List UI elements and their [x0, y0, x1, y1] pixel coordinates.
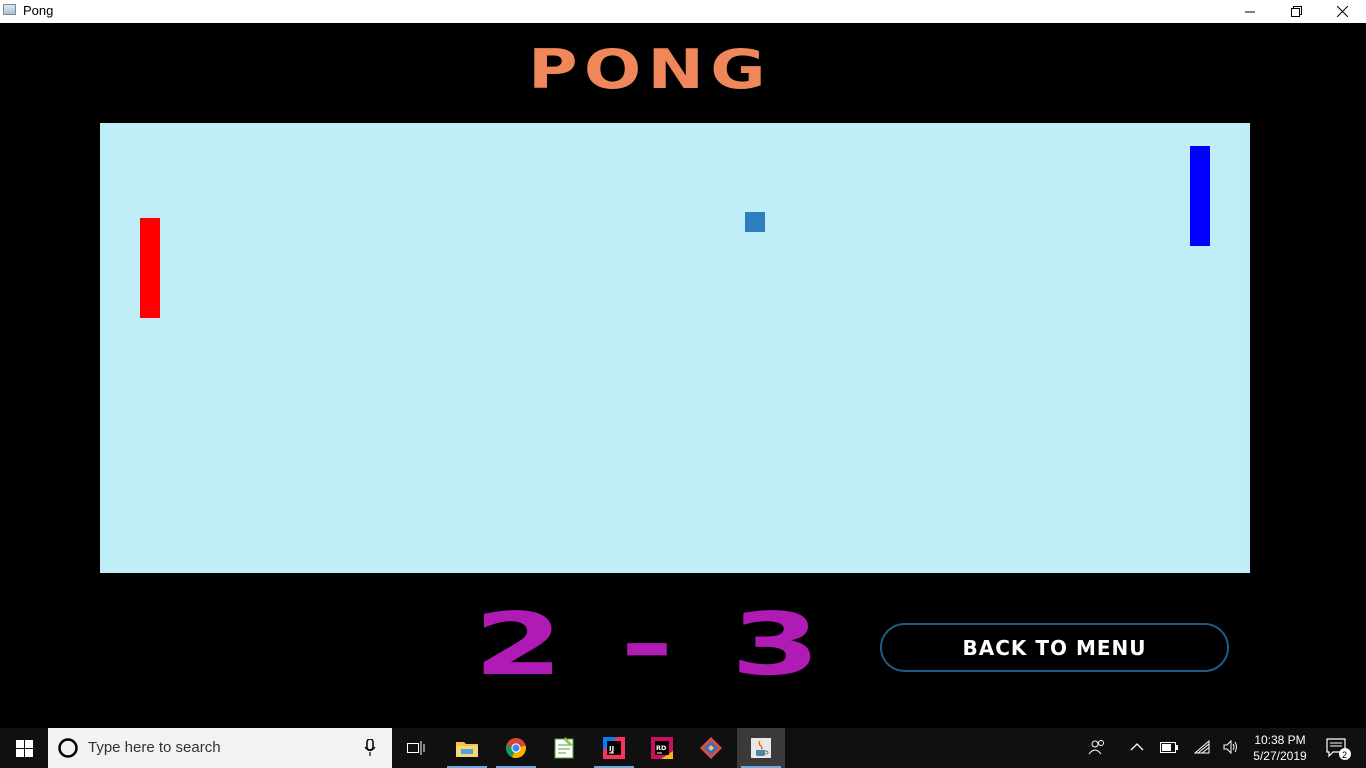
close-icon [1336, 6, 1348, 17]
app-icon [3, 4, 16, 15]
svg-text:RD: RD [656, 744, 667, 752]
minimize-button[interactable] [1227, 0, 1273, 23]
chrome-icon [505, 738, 526, 758]
game-court [100, 123, 1250, 573]
java-icon [751, 738, 771, 758]
folder-icon [456, 742, 478, 757]
svg-text:IJ: IJ [609, 745, 614, 753]
volume-icon[interactable] [1223, 740, 1239, 754]
close-button[interactable] [1319, 0, 1365, 23]
cortana-icon [58, 738, 78, 758]
git-tool-icon [700, 737, 722, 759]
back-to-menu-button[interactable]: BACK TO MENU [880, 623, 1229, 672]
taskbar-clock[interactable]: 10:38 PM 5/27/2019 [1248, 732, 1312, 764]
windows-icon [15, 739, 33, 757]
ball [745, 212, 765, 232]
people-icon[interactable] [1088, 738, 1106, 756]
restore-icon [1290, 6, 1302, 17]
microphone-icon[interactable] [364, 739, 376, 757]
chevron-up-icon[interactable] [1130, 742, 1144, 752]
game-title: PONG [528, 38, 772, 101]
minimize-icon [1245, 11, 1255, 12]
search-placeholder: Type here to search [88, 739, 221, 756]
wifi-icon[interactable] [1194, 740, 1210, 754]
taskbar-app-notepad-plus[interactable] [540, 728, 588, 768]
left-score: 2 [473, 595, 570, 695]
task-view-button[interactable] [392, 728, 440, 768]
score-separator: - [620, 595, 680, 695]
notepad-plus-icon [554, 737, 574, 759]
scoreboard: 2 - 3 [425, 595, 875, 695]
intellij-idea-icon: IJ [603, 737, 625, 759]
taskbar-search[interactable]: Type here to search [48, 728, 392, 768]
notification-icon: 2 [1326, 738, 1351, 760]
taskbar-app-intellij-idea[interactable]: IJ [590, 728, 638, 768]
taskbar-app-java[interactable] [737, 728, 785, 768]
clock-time: 10:38 PM [1254, 733, 1306, 747]
taskbar-app-rider[interactable]: RD [638, 728, 686, 768]
left-paddle [140, 218, 160, 318]
right-score: 3 [730, 595, 827, 695]
right-paddle [1190, 146, 1210, 246]
window-title: Pong [23, 3, 54, 18]
battery-icon[interactable] [1160, 742, 1178, 753]
rider-icon: RD [651, 737, 673, 759]
notification-count: 2 [1342, 750, 1347, 760]
taskbar: Type here to search IJ RD 10:38 PM 5/27/… [0, 728, 1366, 768]
taskbar-app-git-tool[interactable] [687, 728, 735, 768]
clock-date: 5/27/2019 [1253, 749, 1307, 763]
taskbar-app-file-explorer[interactable] [443, 728, 491, 768]
window-titlebar: Pong [0, 0, 1366, 23]
restore-button[interactable] [1273, 0, 1319, 23]
task-view-icon [407, 741, 425, 755]
action-center-button[interactable]: 2 [1318, 728, 1358, 768]
start-button[interactable] [0, 728, 48, 768]
taskbar-app-chrome[interactable] [492, 728, 540, 768]
